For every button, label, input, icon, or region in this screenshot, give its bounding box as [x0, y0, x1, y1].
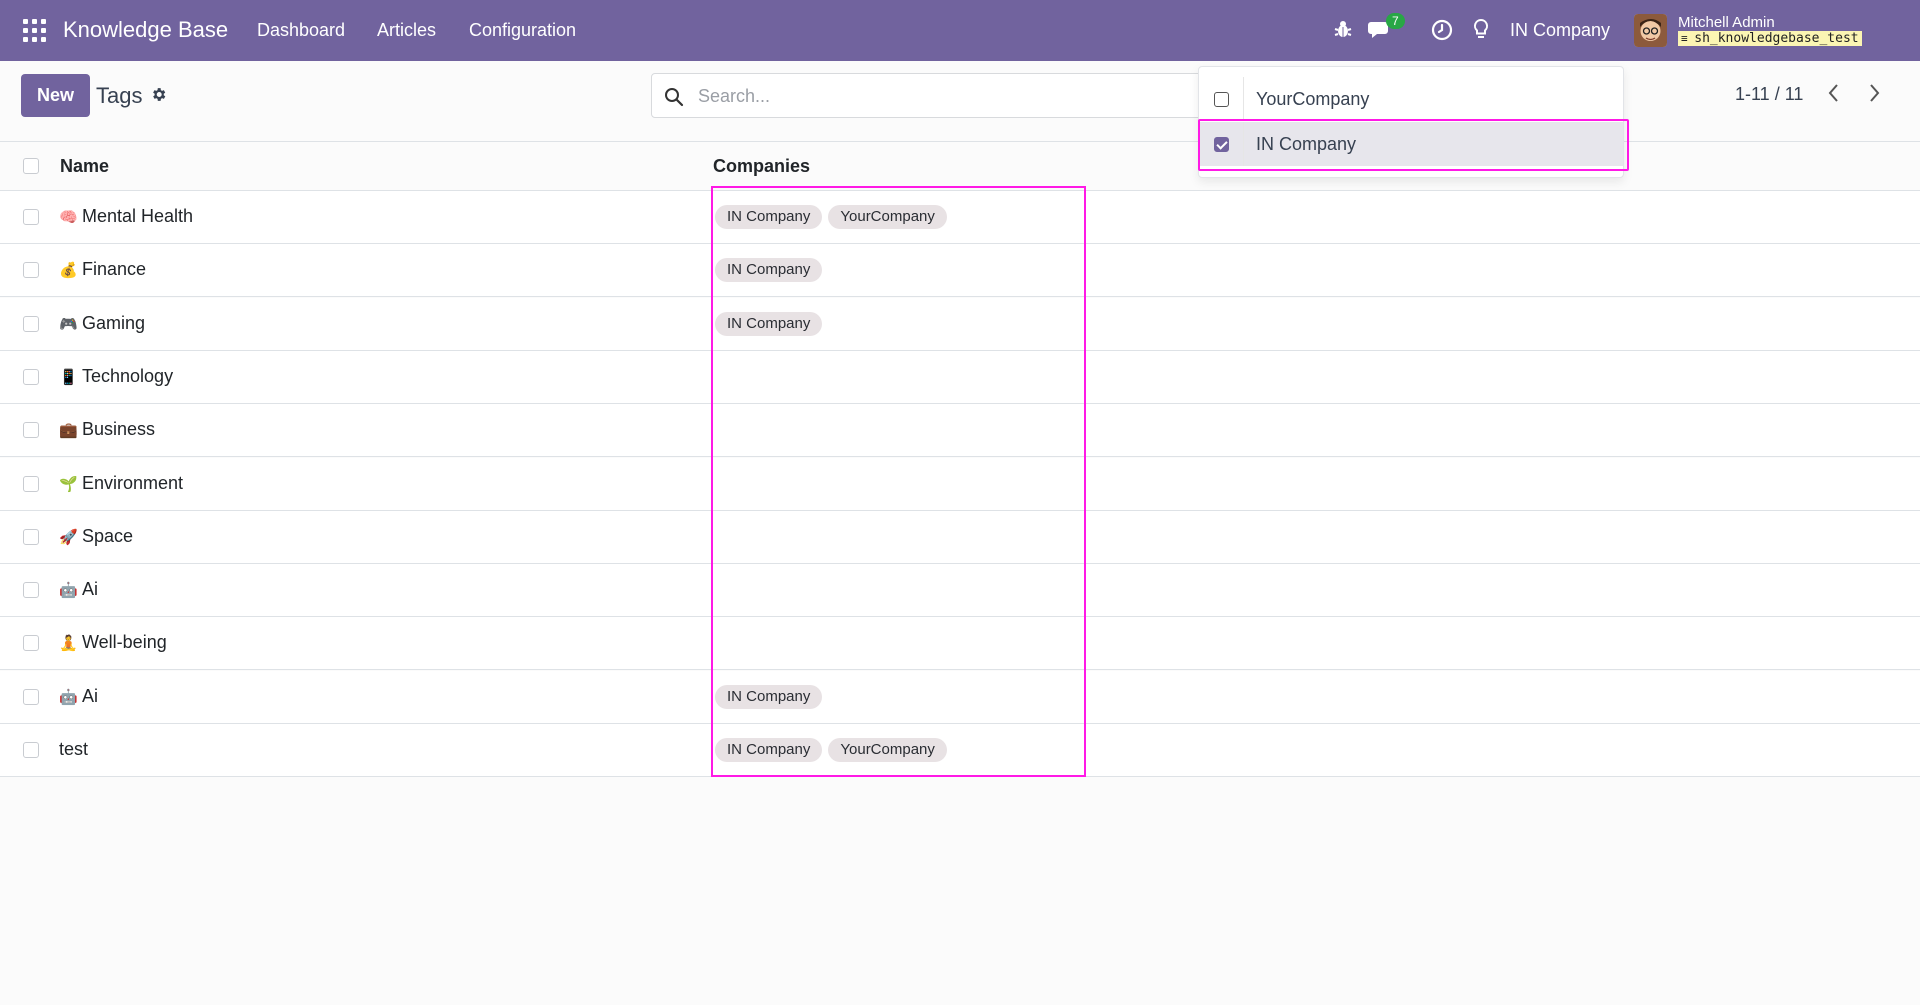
tag-emoji-icon: 🧘: [59, 635, 78, 653]
apps-icon[interactable]: [23, 19, 46, 42]
company-checkbox[interactable]: [1214, 92, 1229, 107]
tag-name: Well-being: [82, 632, 167, 653]
tag-emoji-icon: 🌱: [59, 475, 78, 493]
select-all-checkbox[interactable]: [23, 158, 39, 174]
menu-articles[interactable]: Articles: [377, 20, 436, 41]
menu-dashboard[interactable]: Dashboard: [257, 20, 345, 41]
tag-emoji-icon: 🧠: [59, 209, 78, 226]
tag-name-cell[interactable]: 🧠 Mental Health: [59, 206, 193, 227]
tag-emoji-icon: 🚀: [59, 528, 78, 546]
search-input[interactable]: [698, 84, 1178, 108]
tag-emoji-icon: 🎮: [59, 315, 78, 333]
lightbulb-icon[interactable]: [1473, 18, 1489, 47]
list-header: Name Companies: [0, 141, 1920, 191]
tag-name: Finance: [82, 259, 147, 280]
tag-name-cell[interactable]: 🎮 Gaming: [59, 313, 145, 334]
app-name[interactable]: Knowledge Base: [63, 17, 228, 43]
tag-name-cell[interactable]: 🧘 Well-being: [59, 632, 167, 653]
user-name[interactable]: Mitchell Admin: [1678, 14, 1775, 31]
column-header-name[interactable]: Name: [60, 156, 109, 177]
tag-name-cell[interactable]: 💼 Business: [59, 419, 155, 440]
tag-name: Environment: [82, 472, 184, 493]
clock-icon[interactable]: [1431, 19, 1453, 46]
company-option-label[interactable]: YourCompany: [1256, 89, 1369, 110]
tag-name-cell[interactable]: 💰 Finance: [59, 259, 146, 280]
tag-name-cell[interactable]: 🤖 Ai: [59, 686, 98, 707]
row-checkbox[interactable]: [23, 475, 39, 492]
row-checkbox[interactable]: [23, 742, 39, 758]
tag-name-cell[interactable]: test: [59, 739, 88, 760]
messages-count-badge: 7: [1386, 13, 1405, 29]
row-checkbox[interactable]: [23, 262, 39, 279]
company-option-yourcompany[interactable]: YourCompany: [1199, 77, 1623, 121]
tag-name-cell[interactable]: 🚀 Space: [59, 526, 133, 547]
tag-name-cell[interactable]: 📱 Technology: [59, 366, 173, 387]
tag-name: Technology: [82, 365, 174, 386]
row-checkbox[interactable]: [23, 635, 39, 652]
pager-value[interactable]: 1-11 / 11: [1735, 84, 1803, 105]
database-name-text: sh_knowledgebase_test: [1694, 31, 1859, 46]
tag-emoji-icon: 💰: [59, 262, 78, 280]
highlight-box-companies-column: [711, 186, 1086, 777]
row-checkbox[interactable]: [23, 368, 39, 385]
chevron-right-icon[interactable]: [1868, 82, 1882, 109]
tag-emoji-icon: 💼: [59, 422, 78, 440]
chevron-left-icon[interactable]: [1826, 82, 1840, 109]
tag-name: Business: [82, 419, 156, 440]
database-name: ≡ sh_knowledgebase_test: [1678, 31, 1862, 46]
tag-name: Gaming: [82, 312, 146, 333]
row-checkbox[interactable]: [23, 688, 39, 705]
column-header-companies[interactable]: Companies: [713, 156, 810, 177]
tag-name-cell[interactable]: 🤖 Ai: [59, 579, 98, 600]
tag-name: test: [59, 739, 89, 759]
search-icon: [664, 87, 684, 112]
tag-name: Mental Health: [82, 206, 194, 226]
row-checkbox[interactable]: [23, 582, 39, 599]
tag-emoji-icon: 🤖: [59, 688, 78, 706]
company-switcher[interactable]: IN Company: [1510, 20, 1610, 41]
menu-configuration[interactable]: Configuration: [469, 20, 576, 41]
tag-name-cell[interactable]: 🌱 Environment: [59, 473, 183, 494]
row-checkbox[interactable]: [23, 528, 39, 545]
row-checkbox[interactable]: [23, 209, 39, 225]
gear-icon[interactable]: [150, 86, 167, 108]
row-checkbox[interactable]: [23, 422, 39, 439]
row-checkbox[interactable]: [23, 315, 39, 332]
bug-icon[interactable]: [1334, 20, 1352, 45]
tag-emoji-icon: 📱: [59, 368, 78, 386]
divider: [1243, 77, 1244, 121]
tag-emoji-icon: 🤖: [59, 582, 78, 600]
tag-name: Space: [82, 525, 134, 546]
top-navbar: Knowledge Base Dashboard Articles Config…: [0, 0, 1920, 61]
user-avatar[interactable]: [1634, 14, 1667, 47]
page-title: Tags: [96, 83, 143, 108]
tag-name: Ai: [82, 579, 99, 600]
highlight-box-company-option: [1198, 119, 1629, 171]
tag-name: Ai: [82, 685, 99, 706]
new-button[interactable]: New: [21, 74, 90, 117]
search-box[interactable]: [651, 73, 1211, 118]
